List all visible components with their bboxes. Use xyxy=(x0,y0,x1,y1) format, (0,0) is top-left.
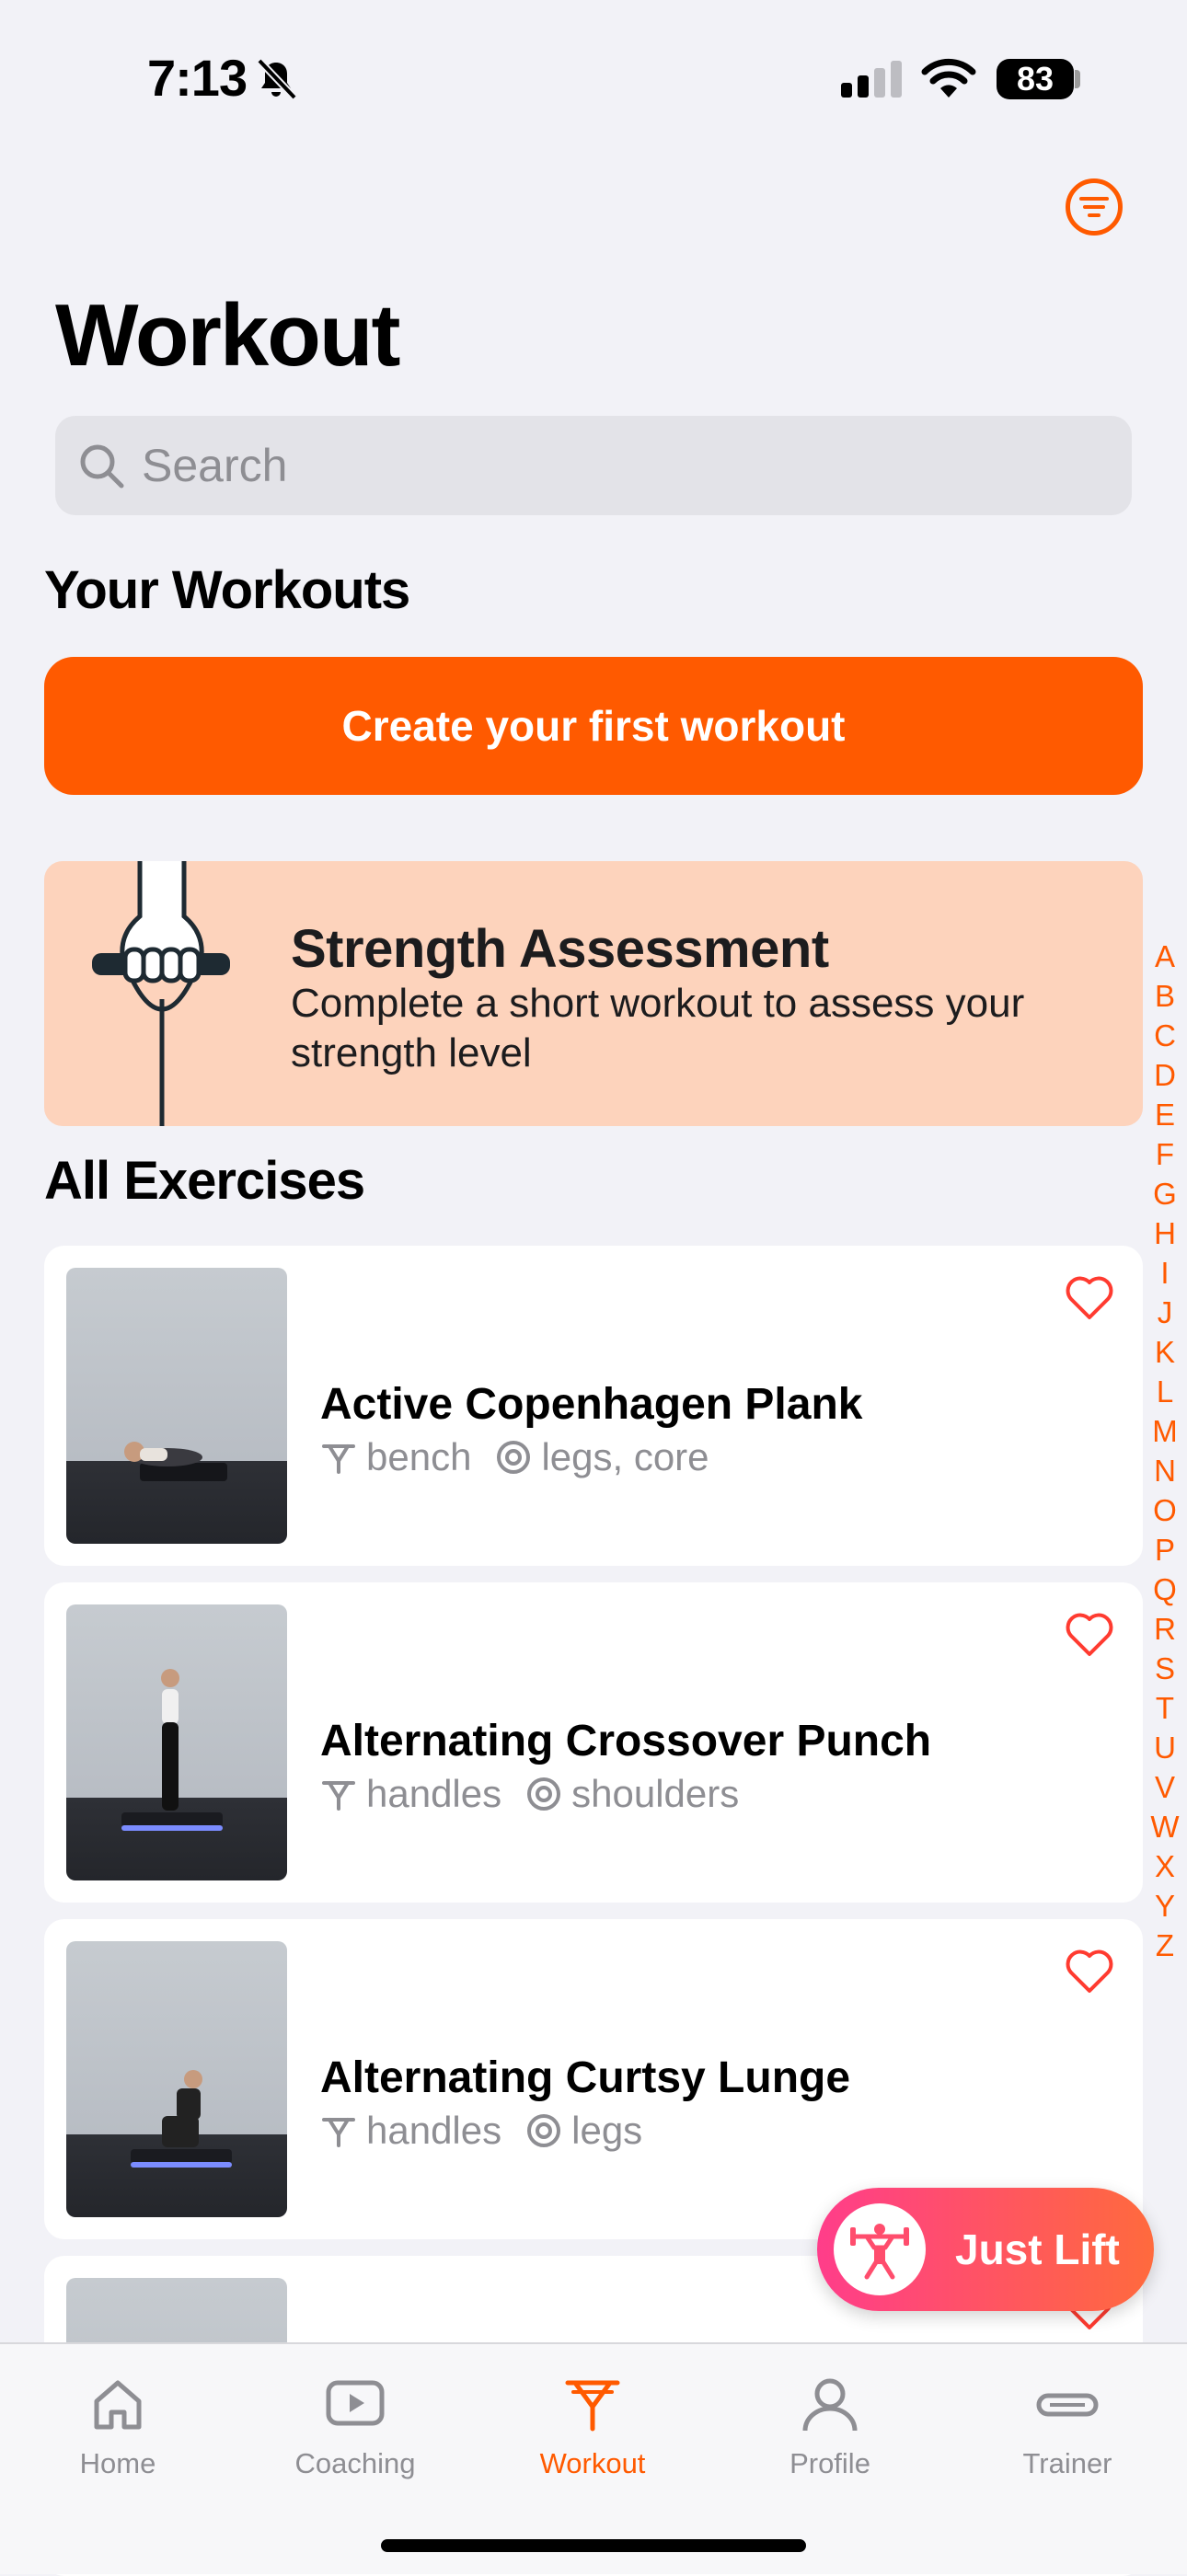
bell-muted-icon xyxy=(257,58,297,100)
alphabet-index-letter[interactable]: W xyxy=(1147,1807,1183,1846)
alphabet-index-letter[interactable]: I xyxy=(1147,1253,1183,1293)
alphabet-index-letter[interactable]: H xyxy=(1147,1213,1183,1253)
strength-assessment-card[interactable]: Strength Assessment Complete a short wor… xyxy=(44,861,1143,1126)
exercise-muscles: shoulders xyxy=(571,1772,740,1815)
tab-home-label: Home xyxy=(79,2447,156,2479)
play-icon xyxy=(326,2380,385,2426)
exercise-equipment: handles xyxy=(366,2109,502,2152)
exercise-card[interactable]: Active Copenhagen Plank bench legs, core xyxy=(44,1246,1143,1566)
search-icon xyxy=(80,444,124,489)
tab-trainer[interactable]: Trainer xyxy=(966,2372,1169,2480)
just-lift-button[interactable]: Just Lift xyxy=(817,2188,1154,2311)
target-icon xyxy=(527,2114,561,2147)
profile-icon xyxy=(802,2378,858,2432)
tab-workout-label: Workout xyxy=(539,2447,646,2479)
alphabet-index-letter[interactable]: J xyxy=(1147,1293,1183,1332)
tab-workout[interactable]: Workout xyxy=(491,2372,694,2480)
exercise-muscles: legs xyxy=(571,2109,643,2152)
alphabet-index-letter[interactable]: P xyxy=(1147,1530,1183,1570)
exercise-name: Alternating Crossover Punch xyxy=(320,1717,932,1765)
exercise-thumbnail xyxy=(66,1604,287,1880)
alphabet-index[interactable]: ABCDEFGHIJKLMNOPQRSTUVWXYZ xyxy=(1147,937,1183,1965)
alphabet-index-letter[interactable]: V xyxy=(1147,1767,1183,1807)
alphabet-index-letter[interactable]: E xyxy=(1147,1095,1183,1134)
alphabet-index-letter[interactable]: B xyxy=(1147,976,1183,1016)
tab-coaching-label: Coaching xyxy=(294,2447,416,2479)
alphabet-index-letter[interactable]: Q xyxy=(1147,1570,1183,1609)
alphabet-index-letter[interactable]: T xyxy=(1147,1688,1183,1728)
trainer-icon xyxy=(1036,2393,1099,2417)
alphabet-index-letter[interactable]: L xyxy=(1147,1372,1183,1411)
page-title: Workout xyxy=(55,286,401,385)
equipment-icon xyxy=(322,1781,355,1811)
exercise-meta: handles legs xyxy=(320,2109,642,2153)
alphabet-index-letter[interactable]: Y xyxy=(1147,1886,1183,1926)
alphabet-index-letter[interactable]: D xyxy=(1147,1055,1183,1095)
cellular-signal-icon xyxy=(841,61,902,98)
alphabet-index-letter[interactable]: U xyxy=(1147,1728,1183,1767)
target-icon xyxy=(497,1441,531,1474)
assessment-description: Complete a short workout to assess your … xyxy=(291,981,1025,1075)
status-time: 7:13 xyxy=(147,49,248,107)
exercise-meta: handles shoulders xyxy=(320,1772,739,1816)
create-first-workout-button[interactable]: Create your first workout xyxy=(44,657,1143,795)
alphabet-index-letter[interactable]: Z xyxy=(1147,1926,1183,1965)
exercise-name: Active Copenhagen Plank xyxy=(320,1380,863,1429)
alphabet-index-letter[interactable]: R xyxy=(1147,1609,1183,1649)
tab-trainer-label: Trainer xyxy=(1022,2447,1112,2479)
exercise-name: Alternating Curtsy Lunge xyxy=(320,2053,851,2102)
search-input[interactable] xyxy=(140,438,1064,493)
alphabet-index-letter[interactable]: C xyxy=(1147,1016,1183,1055)
hand-grip-icon xyxy=(92,861,230,1126)
alphabet-index-letter[interactable]: S xyxy=(1147,1649,1183,1688)
tab-profile-label: Profile xyxy=(789,2447,870,2479)
alphabet-index-letter[interactable]: N xyxy=(1147,1451,1183,1490)
exercise-card[interactable]: Alternating Crossover Punch handles shou… xyxy=(44,1582,1143,1903)
alphabet-index-letter[interactable]: K xyxy=(1147,1332,1183,1372)
alphabet-index-letter[interactable]: A xyxy=(1147,937,1183,976)
heart-icon[interactable] xyxy=(1064,1273,1115,1321)
heart-icon[interactable] xyxy=(1064,1610,1115,1658)
equipment-icon xyxy=(322,2118,355,2147)
tab-home[interactable]: Home xyxy=(17,2372,219,2480)
battery-indicator: 83 xyxy=(997,59,1074,99)
search-bar[interactable] xyxy=(55,416,1132,515)
alphabet-index-letter[interactable]: G xyxy=(1147,1174,1183,1213)
alphabet-index-letter[interactable]: M xyxy=(1147,1411,1183,1451)
exercise-thumbnail xyxy=(66,1941,287,2217)
alphabet-index-letter[interactable]: O xyxy=(1147,1490,1183,1530)
heart-icon[interactable] xyxy=(1064,1947,1115,1995)
exercise-meta: bench legs, core xyxy=(320,1435,709,1479)
exercise-equipment: handles xyxy=(366,1772,502,1815)
exercise-muscles: legs, core xyxy=(541,1435,709,1478)
tab-coaching[interactable]: Coaching xyxy=(254,2372,456,2480)
your-workouts-heading: Your Workouts xyxy=(44,560,410,620)
filter-button[interactable] xyxy=(1066,178,1123,236)
home-indicator xyxy=(381,2539,806,2552)
tab-profile[interactable]: Profile xyxy=(729,2372,931,2480)
wifi-icon xyxy=(921,58,976,98)
workout-icon xyxy=(565,2380,620,2432)
exercise-equipment: bench xyxy=(366,1435,472,1478)
alphabet-index-letter[interactable]: F xyxy=(1147,1134,1183,1174)
exercise-thumbnail xyxy=(66,1268,287,1544)
battery-nub xyxy=(1075,70,1080,88)
alphabet-index-letter[interactable]: X xyxy=(1147,1846,1183,1886)
equipment-icon xyxy=(322,1444,355,1474)
all-exercises-heading: All Exercises xyxy=(44,1151,365,1211)
filter-icon xyxy=(1079,197,1109,217)
just-lift-label: Just Lift xyxy=(955,2225,1120,2273)
weightlifter-icon xyxy=(834,2203,926,2295)
home-icon xyxy=(94,2380,142,2430)
target-icon xyxy=(527,1777,561,1811)
assessment-title: Strength Assessment xyxy=(291,919,829,979)
